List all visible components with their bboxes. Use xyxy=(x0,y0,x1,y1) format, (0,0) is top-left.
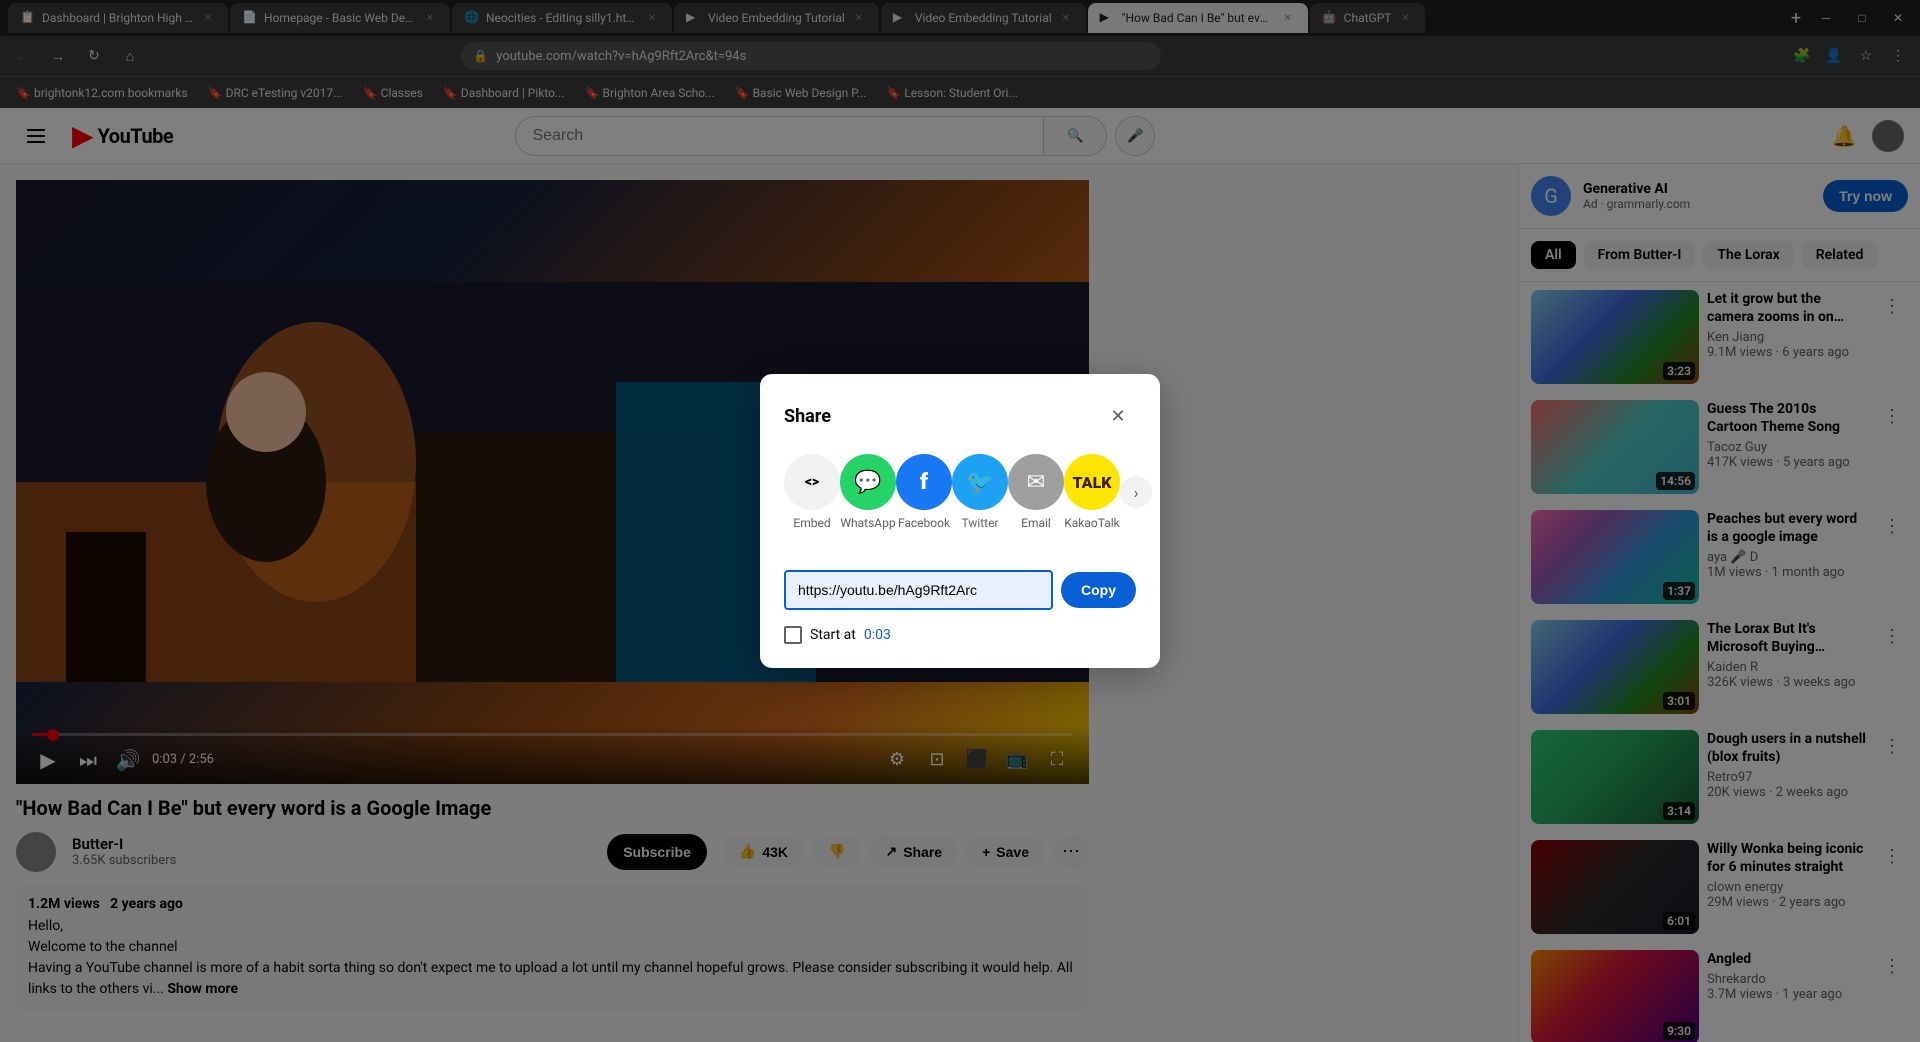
share-icon-label-facebook: Facebook xyxy=(898,516,950,530)
share-link-row: Copy xyxy=(784,570,1136,610)
share-modal: Share ✕ <> Embed 💬 WhatsApp f Facebook 🐦… xyxy=(760,374,1160,668)
start-at-time[interactable]: 0:03 xyxy=(864,627,891,643)
start-at-checkbox[interactable] xyxy=(784,626,802,644)
modal-title: Share xyxy=(784,406,831,427)
share-icon-whatsapp[interactable]: 💬 WhatsApp xyxy=(840,454,896,530)
share-icons-row: <> Embed 💬 WhatsApp f Facebook 🐦 Twitter… xyxy=(784,454,1136,530)
share-icon-twitter[interactable]: 🐦 Twitter xyxy=(952,454,1008,530)
modal-close-button[interactable]: ✕ xyxy=(1100,398,1136,434)
copy-button[interactable]: Copy xyxy=(1061,572,1136,608)
share-icon-facebook[interactable]: f Facebook xyxy=(896,454,952,530)
share-next-arrow[interactable]: › xyxy=(1120,476,1152,508)
share-icon-kakao[interactable]: TALK KakaoTalk xyxy=(1064,454,1120,530)
start-at-row: Start at 0:03 xyxy=(784,626,1136,644)
share-icon-embed[interactable]: <> Embed xyxy=(784,454,840,530)
start-at-label: Start at xyxy=(810,627,856,643)
share-icon-circle-facebook: f xyxy=(896,454,952,510)
share-icon-circle-kakao: TALK xyxy=(1064,454,1120,510)
share-icon-circle-whatsapp: 💬 xyxy=(840,454,896,510)
share-icon-label-embed: Embed xyxy=(793,516,830,530)
share-icon-label-twitter: Twitter xyxy=(961,516,998,530)
share-icon-circle-twitter: 🐦 xyxy=(952,454,1008,510)
modal-header: Share ✕ xyxy=(784,398,1136,434)
share-icon-label-whatsapp: WhatsApp xyxy=(840,516,895,530)
share-icon-label-email: Email xyxy=(1021,516,1051,530)
share-icon-label-kakao: KakaoTalk xyxy=(1064,516,1120,530)
share-icon-circle-email: ✉ xyxy=(1008,454,1064,510)
share-icon-circle-embed: <> xyxy=(784,454,840,510)
share-modal-overlay[interactable]: Share ✕ <> Embed 💬 WhatsApp f Facebook 🐦… xyxy=(0,0,1920,1042)
share-icon-email[interactable]: ✉ Email xyxy=(1008,454,1064,530)
share-link-input[interactable] xyxy=(784,570,1053,610)
